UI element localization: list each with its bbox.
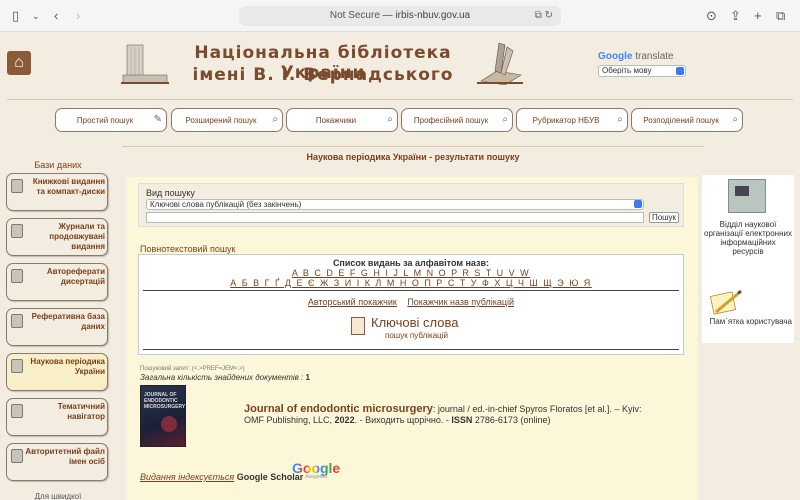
library-title-line2: імені В. І. Вернадського xyxy=(192,65,454,85)
journal-record: Journal of endodontic microsurgery: jour… xyxy=(244,403,642,426)
select-arrow-icon xyxy=(676,67,684,75)
nav-advanced-search[interactable]: Розширений пошук ⌕ xyxy=(171,108,283,132)
google-translate-logo: Google translate xyxy=(598,51,674,62)
documents-icon xyxy=(351,317,365,335)
keywords-subtitle: пошук публікацій xyxy=(385,331,448,340)
fulltext-search-link[interactable]: Повнотекстовий пошук xyxy=(140,244,236,254)
index-links: Авторський покажчик Покажчик назв публік… xyxy=(139,297,683,307)
keywords-search-link[interactable]: Ключові слова пошук публікацій xyxy=(351,315,481,341)
nav-rubricator[interactable]: Рубрикатор НБУВ ⌕ xyxy=(516,108,628,132)
home-icon[interactable]: ⌂ xyxy=(7,51,31,75)
search-form: Вид пошуку Ключові слова публікацій (без… xyxy=(138,183,684,227)
reload-icon[interactable]: ↻ xyxy=(545,10,553,21)
book-icon xyxy=(11,179,23,193)
keywords-title: Ключові слова xyxy=(371,315,459,330)
indexed-note: Видання індексується Google Scholar xyxy=(140,472,303,482)
chevron-down-icon[interactable]: ⌄ xyxy=(32,8,40,24)
page-title: Наукова періодика України - результати п… xyxy=(306,152,520,162)
sidebar-item-authority-file[interactable]: Авторитетний файл імен осіб xyxy=(6,443,108,481)
magnifier-icon: ⌕ xyxy=(272,114,278,125)
book-icon xyxy=(11,449,23,463)
divider xyxy=(122,146,704,147)
sidebar-more-text: Для швидкої xyxy=(34,492,82,500)
url-separator: — xyxy=(382,10,393,21)
translate-icon[interactable]: ⧉ xyxy=(535,10,542,21)
journal-title-link[interactable]: Journal of endodontic microsurgery xyxy=(244,403,433,415)
page: ⌂ Національна бібліотека України імені В… xyxy=(0,33,800,500)
forward-icon[interactable]: › xyxy=(76,8,80,24)
nav-simple-search[interactable]: Простий пошук ✎ xyxy=(55,108,167,132)
search-type-label: Вид пошуку xyxy=(146,188,195,198)
user-memo-link[interactable]: Пам`ятка користувача xyxy=(704,317,792,327)
book-icon xyxy=(11,314,23,328)
magnifier-icon: ⌕ xyxy=(387,114,393,125)
sidebar-title: Бази даних xyxy=(34,160,82,170)
tabs-overview-icon[interactable]: ⧉ xyxy=(776,8,785,24)
browser-toolbar: ▯ ⌄ ‹ › Not Secure — irbis-nbuv.gov.ua ⧉… xyxy=(0,0,800,32)
org-department-link[interactable]: Відділ наукової організації електронних … xyxy=(704,220,792,256)
sidebar-item-books[interactable]: Книжкові видання та компакт-диски xyxy=(6,173,108,211)
security-label: Not Secure xyxy=(329,10,380,21)
google-translate-widget: Google translate Оберіть мову xyxy=(598,51,688,77)
divider xyxy=(143,349,679,350)
sidebar-item-referative[interactable]: Реферативна база даних xyxy=(6,308,108,346)
nav-professional-search[interactable]: Професійний пошук ⌕ xyxy=(401,108,513,132)
magnifier-icon: ⌕ xyxy=(617,114,623,125)
google-scholar-logo[interactable]: Google Академія xyxy=(292,460,340,480)
download-icon[interactable]: ⊙ xyxy=(706,8,717,24)
search-query: Пошуковий запит: (<.>PREF=JEM<.>) xyxy=(140,366,245,372)
new-tab-icon[interactable]: + xyxy=(754,8,762,24)
sidebar-item-abstracts[interactable]: Автореферати дисертацій xyxy=(6,263,108,301)
author-index-link[interactable]: Авторський покажчик xyxy=(308,297,397,307)
search-input[interactable] xyxy=(146,212,644,223)
select-arrow-icon xyxy=(634,200,642,208)
book-icon xyxy=(11,224,23,238)
library-logo[interactable]: Національна бібліотека України імені В. … xyxy=(121,39,523,87)
alphabet-index: Список видань за алфавітом назв: A B C D… xyxy=(138,254,684,355)
magnifier-icon: ⌕ xyxy=(732,114,738,125)
titles-index-link[interactable]: Покажчик назв публікацій xyxy=(407,297,514,307)
results-total: Загальна кількість знайдених документів … xyxy=(140,373,310,382)
main-content: Вид пошуку Ключові слова публікацій (без… xyxy=(126,177,698,500)
sidebar-item-journals[interactable]: Журнали та продовжувані видання xyxy=(6,218,108,256)
sidebar-item-thematic-navigator[interactable]: Тематичний навігатор xyxy=(6,398,108,436)
url-host: irbis-nbuv.gov.ua xyxy=(395,10,471,21)
latin-letters[interactable]: A B C D E F G H I J L M N O P R S T U V … xyxy=(139,268,683,278)
share-icon[interactable]: ⇪ xyxy=(730,8,741,24)
search-button[interactable]: Пошук xyxy=(649,212,679,223)
sidebar-item-scientific-periodicals[interactable]: Наукова періодика України xyxy=(6,353,108,391)
divider xyxy=(7,99,793,100)
book-icon xyxy=(11,269,23,283)
right-panel: Відділ наукової організації електронних … xyxy=(702,175,794,343)
cyrillic-letters[interactable]: А Б В Г Ґ Д Е Є Ж З И І К Л М Н О П Р С … xyxy=(139,278,683,288)
search-type-select[interactable]: Ключові слова публікацій (без закінчень) xyxy=(146,199,644,210)
indexed-link[interactable]: Видання індексується xyxy=(140,472,234,482)
sidebar-toggle-icon[interactable]: ▯ xyxy=(12,8,19,24)
book-icon xyxy=(11,359,23,373)
office-photo[interactable] xyxy=(728,179,766,213)
book-icon xyxy=(477,42,523,85)
magnifier-icon: ⌕ xyxy=(502,114,508,125)
address-bar[interactable]: Not Secure — irbis-nbuv.gov.ua ⧉ ↻ xyxy=(239,6,561,26)
divider xyxy=(143,290,679,291)
memo-pencil-icon[interactable] xyxy=(710,288,744,316)
nav-distributed-search[interactable]: Розподілений пошук ⌕ xyxy=(631,108,743,132)
language-select[interactable]: Оберіть мову xyxy=(598,65,686,77)
back-icon[interactable]: ‹ xyxy=(54,8,58,24)
main-nav: Простий пошук ✎ Розширений пошук ⌕ Покажчи… xyxy=(55,108,745,132)
edit-search-icon: ✎ xyxy=(153,114,162,125)
book-icon xyxy=(11,404,23,418)
journal-cover[interactable]: JOURNAL OF ENDODONTIC MICROSURGERY xyxy=(140,385,186,447)
nav-indexes[interactable]: Покажчики ⌕ xyxy=(286,108,398,132)
building-icon xyxy=(121,44,169,84)
alphabet-title: Список видань за алфавітом назв: xyxy=(332,258,490,268)
